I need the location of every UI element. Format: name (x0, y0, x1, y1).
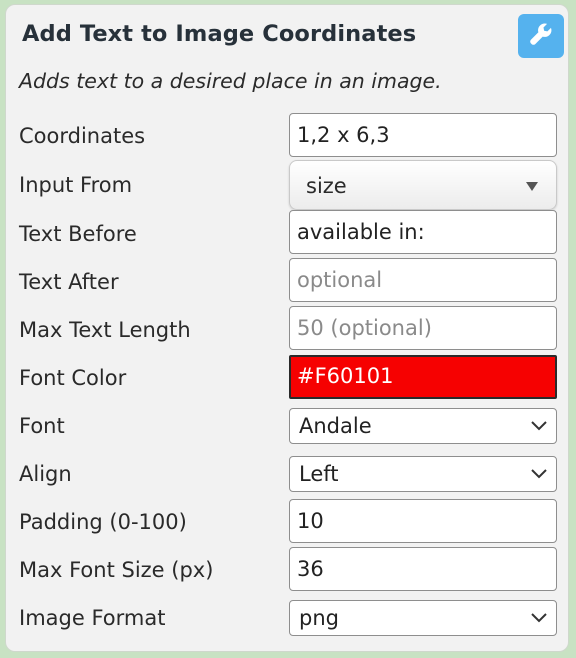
align-label: Align (19, 462, 72, 486)
padding-label: Padding (0-100) (19, 510, 187, 534)
coordinates-input[interactable]: 1,2 x 6,3 (289, 113, 557, 157)
chevron-down-icon (531, 469, 547, 479)
text-before-label: Text Before (19, 222, 137, 246)
text-after-label: Text After (19, 270, 119, 294)
panel-title: Add Text to Image Coordinates (22, 21, 417, 47)
wrench-icon (528, 21, 554, 51)
image-format-select[interactable]: png (289, 600, 557, 636)
max-font-size-input[interactable]: 36 (289, 547, 557, 591)
max-font-size-label: Max Font Size (px) (19, 558, 214, 582)
coordinates-label: Coordinates (19, 124, 146, 148)
font-select[interactable]: Andale (289, 408, 557, 444)
chevron-down-icon (531, 421, 547, 431)
align-select[interactable]: Left (289, 456, 557, 492)
max-text-length-input[interactable]: 50 (optional) (289, 306, 557, 350)
input-from-label: Input From (19, 173, 133, 197)
chevron-down-icon (531, 613, 547, 623)
padding-input[interactable]: 10 (289, 499, 557, 543)
font-label: Font (19, 414, 65, 438)
text-before-input[interactable]: available in: (289, 210, 557, 254)
settings-button[interactable] (518, 14, 564, 58)
font-color-input[interactable]: #F60101 (289, 355, 557, 399)
font-select-value: Andale (299, 414, 372, 438)
align-select-value: Left (299, 462, 339, 486)
image-format-label: Image Format (19, 606, 166, 630)
input-from-value: size (306, 174, 347, 198)
input-from-select[interactable]: size (289, 160, 557, 210)
panel-description: Adds text to a desired place in an image… (19, 69, 442, 93)
dropdown-triangle-icon (526, 182, 538, 191)
max-text-length-label: Max Text Length (19, 318, 191, 342)
image-format-select-value: png (299, 606, 339, 630)
step-panel: Add Text to Image Coordinates Adds text … (5, 4, 569, 652)
text-after-input[interactable]: optional (289, 258, 557, 302)
font-color-label: Font Color (19, 366, 127, 390)
